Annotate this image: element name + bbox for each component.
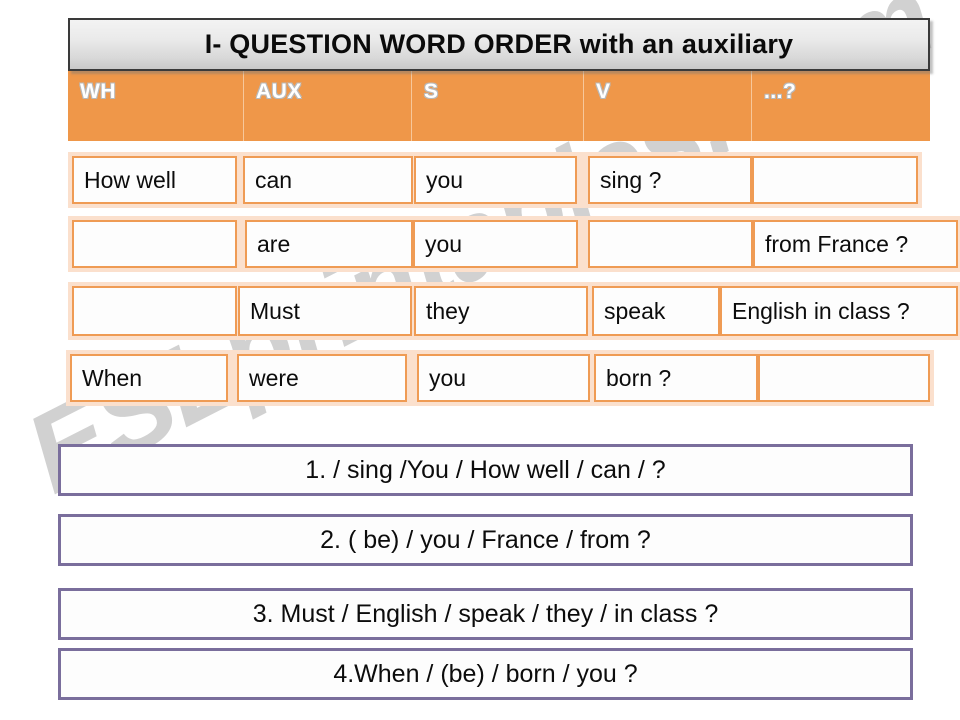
table-cell[interactable] — [588, 220, 753, 268]
exercise-item[interactable]: 2. ( be) / you / France / from ? — [58, 514, 913, 566]
table-cell[interactable]: How well — [72, 156, 237, 204]
table-cell[interactable]: speak — [592, 286, 720, 336]
table-cell[interactable] — [72, 220, 237, 268]
table-cell-text: sing ? — [600, 166, 662, 193]
table-header-cell-s: S — [411, 71, 583, 141]
table-header-label: AUX — [256, 80, 302, 103]
table-header-cell-wh: WH — [68, 71, 243, 141]
table-cell-text: were — [249, 364, 299, 391]
table-cell-text: Must — [250, 297, 300, 324]
table-cell-text: When — [82, 364, 143, 391]
table-cell-text: you — [425, 230, 463, 257]
table-header-cell-rest: ...? — [751, 71, 930, 141]
table-cell[interactable] — [758, 354, 930, 402]
table-header-cell-v: V — [583, 71, 751, 141]
table-cell[interactable]: born ? — [594, 354, 758, 402]
table-cell[interactable]: you — [413, 220, 578, 268]
table-cell-text: English in class ? — [732, 297, 910, 324]
table-cell[interactable]: Must — [238, 286, 412, 336]
table-header-row: WH AUX S V ...? — [68, 71, 930, 141]
table-header-cell-aux: AUX — [243, 71, 411, 141]
table-cell-text: you — [426, 166, 464, 193]
table-cell[interactable]: English in class ? — [720, 286, 958, 336]
table-cell[interactable]: they — [414, 286, 588, 336]
table-cell-text: from France ? — [765, 230, 909, 257]
table-cell[interactable] — [72, 286, 237, 336]
exercise-item[interactable]: 3. Must / English / speak / they / in cl… — [58, 588, 913, 640]
table-cell-text: you — [429, 364, 467, 391]
slide-canvas: ESLprintables.com I- QUESTION WORD ORDER… — [0, 0, 960, 720]
table-header-label: ...? — [764, 80, 797, 103]
table-cell-text: can — [255, 166, 293, 193]
exercise-item[interactable]: 4.When / (be) / born / you ? — [58, 648, 913, 700]
exercise-text: 3. Must / English / speak / they / in cl… — [252, 599, 719, 628]
table-header-label: V — [596, 80, 611, 103]
table-cell-text: are — [257, 230, 291, 257]
table-header-label: WH — [80, 80, 116, 103]
table-cell[interactable]: sing ? — [588, 156, 752, 204]
table-cell[interactable]: can — [243, 156, 413, 204]
page-title: I- QUESTION WORD ORDER with an auxiliary — [204, 29, 794, 59]
exercise-item[interactable]: 1. / sing /You / How well / can / ? — [58, 444, 913, 496]
table-cell[interactable]: you — [414, 156, 577, 204]
table-cell-text: How well — [84, 166, 177, 193]
table-cell-text: speak — [604, 297, 666, 324]
exercise-text: 4.When / (be) / born / you ? — [333, 659, 638, 688]
exercise-text: 2. ( be) / you / France / from ? — [320, 525, 651, 554]
exercise-text: 1. / sing /You / How well / can / ? — [305, 455, 666, 484]
table-cell[interactable]: When — [70, 354, 228, 402]
table-cell[interactable]: are — [245, 220, 413, 268]
table-header-label: S — [424, 80, 439, 103]
table-cell-text: born ? — [606, 364, 672, 391]
table-cell[interactable]: were — [237, 354, 407, 402]
table-cell[interactable] — [752, 156, 918, 204]
table-cell[interactable]: you — [417, 354, 590, 402]
title-banner: I- QUESTION WORD ORDER with an auxiliary — [68, 18, 930, 71]
table-cell[interactable]: from France ? — [753, 220, 958, 268]
table-cell-text: they — [426, 297, 470, 324]
